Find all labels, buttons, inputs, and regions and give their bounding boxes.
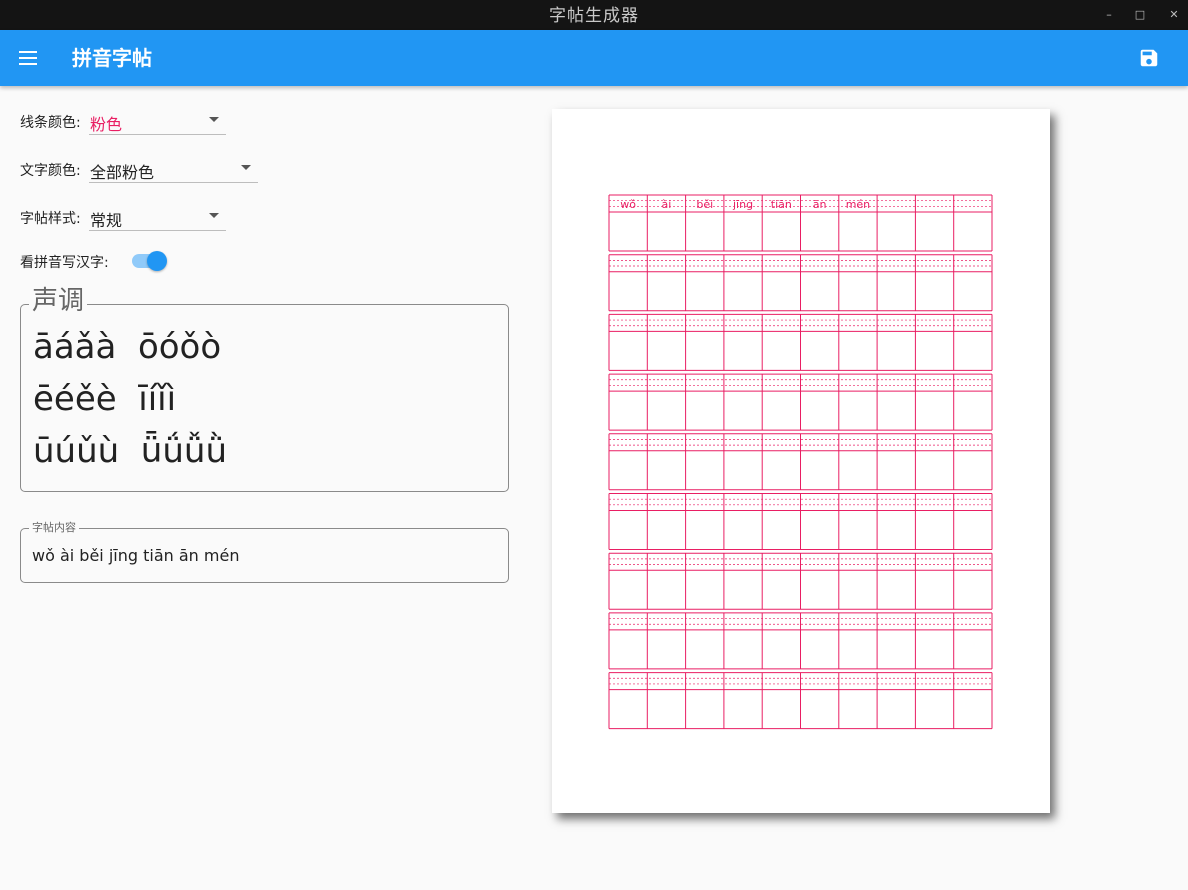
app-bar: 拼音字帖: [0, 30, 1188, 86]
style-value: 常规: [90, 211, 123, 230]
text-color-value: 全部粉色: [90, 163, 155, 182]
line-color-value: 粉色: [90, 115, 123, 134]
chevron-down-icon: [241, 165, 251, 170]
tone-row: āáǎà ōóǒò: [33, 327, 222, 367]
pinyin-to-hanzi-label: 看拼音写汉字:: [20, 255, 109, 271]
pinyin-label: ān: [813, 198, 827, 211]
line-color-label: 线条颜色:: [20, 115, 81, 131]
style-label: 字帖样式:: [20, 211, 81, 227]
pinyin-label: mén: [846, 198, 870, 211]
menu-icon[interactable]: [18, 50, 38, 66]
tones-panel: 声调 āáǎà ōóǒò ēéěè īíǐì ūúǔù ǖǘǚǜ: [20, 286, 509, 492]
pinyin-label: ài: [662, 198, 672, 211]
app-title: 拼音字帖: [72, 46, 152, 70]
preview-paper: wǒ ài běi jīng tiān ān mén: [552, 109, 1050, 813]
pinyin-label: tiān: [771, 198, 792, 211]
copybook-grid: wǒ ài běi jīng tiān ān mén: [608, 194, 993, 730]
text-color-label: 文字颜色:: [20, 163, 81, 179]
minimize-icon[interactable]: –: [1101, 7, 1117, 23]
close-icon[interactable]: ✕: [1166, 7, 1182, 23]
pinyin-label: jīng: [732, 198, 753, 211]
content-legend: 字帖内容: [29, 520, 79, 536]
window-title: 字帖生成器: [549, 6, 639, 26]
pinyin-label: wǒ: [620, 198, 636, 211]
text-color-dropdown[interactable]: 全部粉色: [89, 156, 258, 183]
tones-legend: 声调: [29, 286, 88, 316]
window-titlebar: 字帖生成器 – □ ✕: [0, 0, 1188, 30]
style-dropdown[interactable]: 常规: [89, 204, 226, 231]
save-icon[interactable]: [1138, 47, 1160, 69]
content-field[interactable]: 字帖内容 wǒ ài běi jīng tiān ān mén: [20, 520, 509, 583]
tone-row: ēéěè īíǐì: [33, 379, 177, 419]
tone-row: ūúǔù ǖǘǚǜ: [33, 431, 228, 471]
pinyin-label: běi: [696, 198, 713, 211]
content-input[interactable]: wǒ ài běi jīng tiān ān mén: [32, 546, 239, 565]
chevron-down-icon: [209, 117, 219, 122]
maximize-icon[interactable]: □: [1132, 7, 1148, 23]
pinyin-to-hanzi-toggle[interactable]: [130, 250, 168, 272]
line-color-dropdown[interactable]: 粉色: [89, 108, 226, 135]
toggle-thumb: [147, 251, 167, 271]
chevron-down-icon: [209, 213, 219, 218]
